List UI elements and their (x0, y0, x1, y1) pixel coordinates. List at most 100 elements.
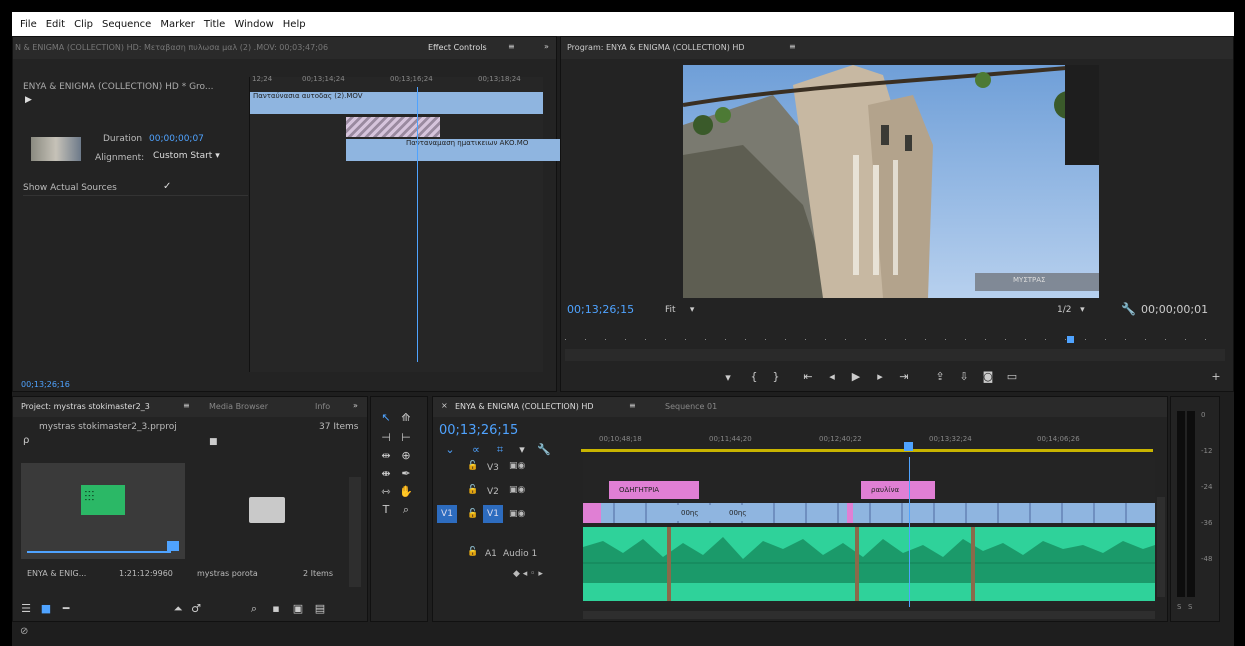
v2-lock-icon[interactable]: 🔓 (467, 485, 478, 495)
ec-clip-a[interactable]: Πανταύνασια αυτοδας (2).MOV (250, 92, 543, 114)
ec-transition[interactable] (346, 117, 440, 137)
program-timecode[interactable]: 00;13;26;15 (567, 303, 634, 316)
snap-icon[interactable]: ⌄ (443, 443, 457, 456)
meter-solo-right[interactable]: S (1188, 603, 1192, 611)
selection-tool-icon[interactable]: ↖ (379, 411, 393, 424)
ec-timecode[interactable]: 00;13;26;16 (21, 380, 70, 389)
timeline-horizontal-scrollbar[interactable] (583, 611, 1155, 619)
menu-window[interactable]: Window (234, 19, 273, 30)
play-icon[interactable]: ▶ (25, 95, 32, 105)
v3-eye-icon[interactable]: ▣◉ (509, 461, 525, 471)
ripple-edit-tool-icon[interactable]: ⊣ (379, 431, 393, 444)
project-tab[interactable]: Project: mystras stokimaster2_3 (21, 402, 150, 411)
extract-icon[interactable]: ⇩ (957, 370, 971, 383)
fit-dropdown[interactable]: Fit ▾ (665, 305, 694, 315)
timeline-playhead-handle[interactable] (904, 442, 913, 451)
automate-icon[interactable]: ♂ (189, 602, 203, 615)
show-actual-sources-checkbox[interactable]: ✓ (163, 181, 171, 192)
timeline-wrench-icon[interactable]: 🔧 (537, 443, 551, 456)
timeline-vertical-scrollbar[interactable] (1157, 497, 1165, 597)
rolling-edit-tool-icon[interactable]: ⊢ (399, 431, 413, 444)
media-browser-tab[interactable]: Media Browser (209, 402, 268, 411)
v2-eye-icon[interactable]: ▣◉ (509, 485, 525, 495)
linked-selection-icon[interactable]: ∝ (469, 443, 483, 456)
timeline-tab[interactable]: ENYA & ENIGMA (COLLECTION) HD (455, 402, 594, 411)
timeline-marker-icon[interactable]: ▾ (515, 443, 529, 456)
slip-tool-icon[interactable]: ⇼ (379, 467, 393, 480)
project-more-button[interactable]: » (353, 401, 358, 410)
mark-in-icon[interactable]: { (747, 370, 761, 383)
step-back-icon[interactable]: ◂ (825, 370, 839, 383)
resolution-dropdown[interactable]: 1/2 ▾ (1057, 305, 1085, 315)
info-tab[interactable]: Info (315, 402, 330, 411)
work-area-bar[interactable] (581, 449, 1153, 452)
rate-stretch-tool-icon[interactable]: ⇹ (379, 449, 393, 462)
menu-title[interactable]: Title (204, 19, 225, 30)
menu-edit[interactable]: Edit (46, 19, 65, 30)
v2-clip-pauline[interactable]: ραυλίνα (861, 481, 935, 499)
a1-lock-icon[interactable]: 🔓 (467, 547, 478, 557)
menu-marker[interactable]: Marker (160, 19, 195, 30)
v3-lock-icon[interactable]: 🔓 (467, 461, 478, 471)
v1-eye-icon[interactable]: ▣◉ (509, 509, 525, 519)
zoom-tool-icon[interactable]: ⌕ (399, 503, 413, 517)
program-tab-menu[interactable]: ≡ (789, 42, 796, 51)
menu-help[interactable]: Help (283, 19, 306, 30)
add-marker-icon[interactable]: ⌗ (493, 443, 507, 457)
program-tab[interactable]: Program: ENYA & ENIGMA (COLLECTION) HD (567, 43, 745, 52)
new-bin-footer-icon[interactable]: ▪ (269, 602, 283, 615)
play-stop-icon[interactable]: ▶ (849, 370, 863, 383)
go-to-out-icon[interactable]: ⇥ (897, 370, 911, 383)
new-bin-icon[interactable]: ■ (209, 437, 218, 447)
zoom-tool-text-icon[interactable]: T (379, 503, 393, 516)
program-zoom-bar[interactable] (565, 349, 1225, 361)
menu-sequence[interactable]: Sequence (102, 19, 151, 30)
timeline-timecode[interactable]: 00;13;26;15 (439, 423, 518, 438)
pen-tool-icon[interactable]: ✒ (399, 467, 413, 480)
menu-clip[interactable]: Clip (74, 19, 93, 30)
search-icon[interactable]: ρ (23, 435, 29, 446)
marker-icon[interactable]: ▾ (721, 371, 735, 384)
go-to-in-icon[interactable]: ⇤ (801, 370, 815, 383)
timeline-playhead-line[interactable] (909, 457, 910, 607)
clear-icon[interactable]: ▤ (313, 602, 327, 615)
export-frame-icon[interactable]: ◙ (981, 370, 995, 383)
v1-lock-icon[interactable]: 🔓 (467, 509, 478, 519)
sequence-01-tab[interactable]: Sequence 01 (665, 402, 717, 411)
v1-clip-a[interactable]: 00ης (667, 505, 721, 521)
lift-icon[interactable]: ⇪ (933, 370, 947, 383)
new-item-icon[interactable]: ▣ (291, 602, 305, 615)
slide-tool-icon[interactable]: ⇿ (379, 485, 393, 498)
sort-icon[interactable]: ⏶ (171, 602, 185, 616)
source-tab[interactable]: N & ENIGMA (COLLECTION) HD: Μεταβαση πυλ… (15, 43, 405, 52)
timeline-ruler[interactable]: 00;10;48;18 00;11;44;20 00;12;40;22 00;1… (581, 427, 1161, 455)
v1-transition-right[interactable] (847, 503, 853, 523)
razor-tool-icon[interactable]: ⊕ (399, 449, 413, 462)
v2-clip-odigitria[interactable]: ΟΔΗΓΗΤΡΙΑ (609, 481, 699, 499)
status-bar-icon[interactable]: ⊘ (20, 626, 28, 637)
ec-playhead[interactable] (417, 87, 418, 362)
v1-source-patch[interactable]: V1 (437, 505, 457, 523)
find-icon[interactable]: ⌕ (247, 602, 261, 616)
comparison-view-icon[interactable]: ▭ (1005, 370, 1019, 383)
project-item-sequence[interactable]: ⫶⫶⫶ (21, 463, 185, 559)
timeline-tab-menu[interactable]: ≡ (629, 401, 636, 410)
a1-audio-clip[interactable] (583, 527, 1155, 601)
meter-solo-left[interactable]: S (1177, 603, 1181, 611)
project-tab-menu[interactable]: ≡ (183, 401, 190, 410)
add-button-icon[interactable]: + (1209, 370, 1223, 383)
mark-out-icon[interactable]: } (769, 370, 783, 383)
folder-icon[interactable] (249, 497, 285, 523)
v1-transition-left[interactable] (583, 503, 601, 523)
track-v1-label[interactable]: V1 (483, 505, 503, 523)
effect-controls-tab[interactable]: Effect Controls (428, 43, 487, 52)
effect-controls-tab-menu[interactable]: ≡ (508, 42, 515, 51)
alignment-dropdown[interactable]: Custom Start ▾ (153, 151, 220, 161)
track-select-tool-icon[interactable]: ⟰ (399, 411, 413, 424)
keyframe-nav-icon[interactable]: ◆ ◂ ◦ ▸ (513, 569, 543, 579)
timeline-tab-close[interactable]: × (441, 401, 448, 410)
v1-clip-b[interactable]: 00ης (715, 505, 769, 521)
step-forward-icon[interactable]: ▸ (873, 370, 887, 383)
wrench-icon[interactable]: 🔧 (1121, 302, 1136, 316)
duration-value[interactable]: 00;00;00;07 (149, 134, 204, 144)
